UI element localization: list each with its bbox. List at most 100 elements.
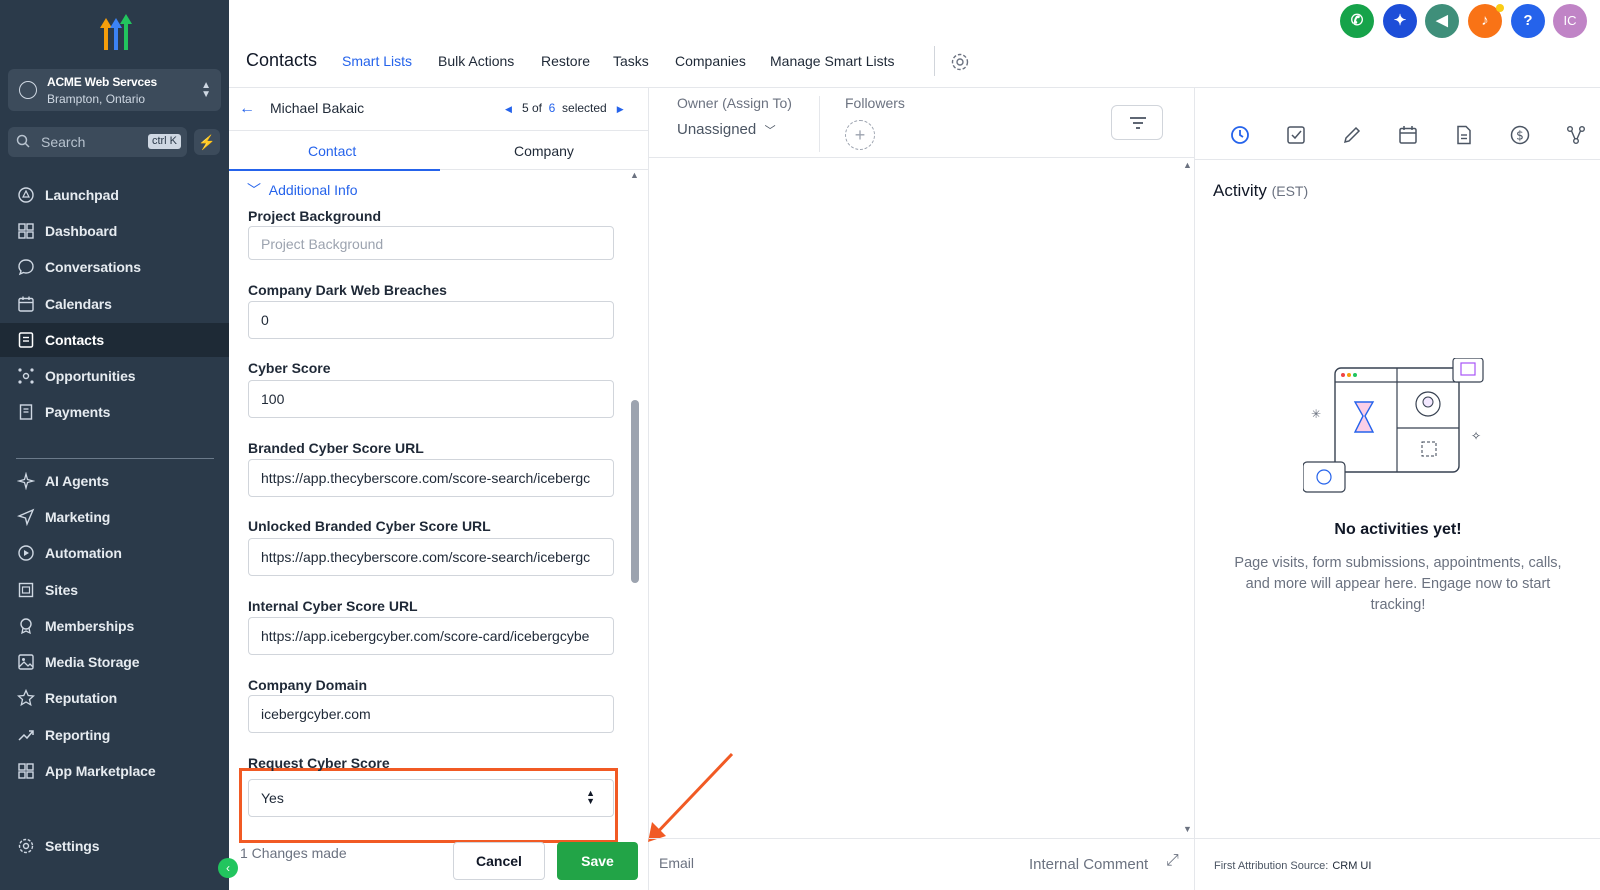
- filter-button[interactable]: [1111, 105, 1163, 140]
- activity-title: Activity (EST): [1213, 181, 1308, 201]
- company-domain-input[interactable]: icebergcyber.com: [248, 695, 614, 733]
- select-value: Yes: [261, 790, 284, 806]
- sidebar-item-payments[interactable]: Payments: [0, 395, 229, 429]
- help-icon[interactable]: ?: [1511, 4, 1545, 38]
- grid-icon: [18, 223, 34, 239]
- add-follower-button[interactable]: +: [845, 120, 875, 150]
- composer-tab-email[interactable]: Email: [659, 855, 694, 871]
- document-icon[interactable]: [1453, 124, 1475, 146]
- tab-smart-lists[interactable]: Smart Lists: [342, 53, 412, 69]
- prev-record-icon[interactable]: ◀: [505, 104, 512, 114]
- activity-clock-icon[interactable]: [1229, 124, 1251, 146]
- back-arrow-icon[interactable]: ←: [239, 100, 255, 118]
- contact-subtabs: Contact Company: [229, 130, 649, 171]
- search-shortcut: ctrl K: [147, 134, 181, 149]
- composer-tab-internal-comment[interactable]: Internal Comment: [1029, 856, 1148, 873]
- filter-icon: [1130, 117, 1146, 129]
- scrollbar-thumb[interactable]: [631, 400, 639, 583]
- sidebar-item-app-marketplace[interactable]: App Marketplace: [0, 754, 229, 788]
- collapse-sidebar-icon[interactable]: ‹: [218, 858, 238, 878]
- activity-toolbar: $: [1195, 124, 1600, 148]
- sidebar-item-opportunities[interactable]: Opportunities: [0, 359, 229, 393]
- cyber-score-input[interactable]: 100: [248, 380, 614, 418]
- record-pager: ◀ 5 of 6 selected ▶: [505, 101, 624, 115]
- company-domain-label: Company Domain: [248, 677, 368, 693]
- calendar-icon[interactable]: [1397, 124, 1419, 146]
- quick-action-bolt-icon[interactable]: ⚡: [194, 129, 220, 155]
- sidebar-item-automation[interactable]: Automation: [0, 536, 229, 570]
- sidebar-item-media-storage[interactable]: Media Storage: [0, 645, 229, 679]
- sidebar-item-label: Calendars: [45, 296, 112, 312]
- sidebar-item-label: Reporting: [45, 727, 111, 743]
- magic-wand-icon[interactable]: ✦: [1383, 4, 1417, 38]
- tab-bulk-actions[interactable]: Bulk Actions: [438, 53, 514, 69]
- sidebar-item-ai-agents[interactable]: AI Agents: [0, 464, 229, 498]
- sidebar-item-calendars[interactable]: Calendars: [0, 287, 229, 321]
- tab-restore[interactable]: Restore: [541, 53, 590, 69]
- internal-url-input[interactable]: https://app.icebergcyber.com/score-card/…: [248, 617, 614, 655]
- dollar-icon[interactable]: $: [1509, 124, 1531, 146]
- search-icon: [16, 134, 30, 148]
- dark-web-input[interactable]: 0: [248, 301, 614, 339]
- additional-info-toggle[interactable]: ﹀ Additional Info: [247, 180, 358, 200]
- sidebar-item-contacts[interactable]: Contacts: [0, 323, 229, 357]
- gear-icon: [18, 838, 34, 854]
- sidebar-item-marketing[interactable]: Marketing: [0, 500, 229, 534]
- sidebar-item-label: App Marketplace: [45, 763, 156, 779]
- notification-dot: [1496, 4, 1504, 12]
- apps-icon: [18, 763, 34, 779]
- scroll-up-icon[interactable]: ▲: [630, 170, 639, 180]
- sidebar-item-reporting[interactable]: Reporting: [0, 718, 229, 752]
- save-button[interactable]: Save: [557, 842, 638, 880]
- project-background-input[interactable]: Project Background: [248, 226, 614, 260]
- scroll-down-icon[interactable]: ▼: [1183, 824, 1192, 834]
- sidebar-item-label: Settings: [45, 838, 100, 854]
- expand-icon[interactable]: ⤢: [1166, 852, 1179, 870]
- phone-icon[interactable]: ✆: [1340, 4, 1374, 38]
- user-avatar[interactable]: IC: [1553, 4, 1587, 38]
- settings-gear-icon[interactable]: [950, 52, 970, 72]
- sites-icon: [18, 582, 34, 598]
- note-pencil-icon[interactable]: [1341, 124, 1363, 146]
- empty-state-description: Page visits, form submissions, appointme…: [1234, 555, 1562, 613]
- sidebar-item-sites[interactable]: Sites: [0, 573, 229, 607]
- owner-value: Unassigned: [677, 121, 757, 138]
- sidebar-item-launchpad[interactable]: Launchpad: [0, 178, 229, 212]
- receipt-icon: [19, 404, 33, 420]
- section-title: Additional Info: [268, 182, 358, 198]
- megaphone-icon[interactable]: ◀: [1425, 4, 1459, 38]
- sidebar-item-label: Reputation: [45, 690, 118, 706]
- task-check-icon[interactable]: [1285, 124, 1307, 146]
- svg-text:✳: ✳: [1311, 407, 1321, 421]
- unlocked-url-input[interactable]: https://app.thecyberscore.com/score-sear…: [248, 538, 614, 576]
- sidebar-item-conversations[interactable]: Conversations: [0, 250, 229, 284]
- branded-url-input[interactable]: https://app.thecyberscore.com/score-sear…: [248, 459, 614, 497]
- sidebar-item-label: Launchpad: [45, 187, 119, 203]
- subtab-company[interactable]: Company: [514, 143, 574, 159]
- rocket-icon: [18, 187, 34, 203]
- pager-total: 6: [548, 101, 556, 115]
- next-record-icon[interactable]: ▶: [617, 104, 624, 114]
- account-switcher[interactable]: ACME Web Servces Brampton, Ontario ▲ ▼: [8, 69, 221, 111]
- subtab-contact[interactable]: Contact: [308, 143, 356, 159]
- sidebar-item-reputation[interactable]: Reputation: [0, 681, 229, 715]
- owner-select[interactable]: Unassigned ﹀: [677, 121, 776, 138]
- attribution-value: CRM UI: [1332, 860, 1372, 872]
- search-input[interactable]: Search ctrl K: [8, 127, 187, 157]
- sidebar-item-settings[interactable]: Settings: [0, 829, 229, 863]
- star-icon: [17, 689, 35, 707]
- tab-manage-smart-lists[interactable]: Manage Smart Lists: [770, 53, 895, 69]
- activity-panel: $ Activity (EST) ✳ ✧ No activities yet! …: [1194, 88, 1600, 890]
- followers-label: Followers: [845, 95, 905, 111]
- sidebar-item-label: Contacts: [45, 332, 105, 348]
- tab-tasks[interactable]: Tasks: [613, 53, 649, 69]
- sidebar-item-dashboard[interactable]: Dashboard: [0, 214, 229, 248]
- scroll-up-icon[interactable]: ▲: [1183, 160, 1192, 170]
- request-cyber-score-select[interactable]: Yes ▲ ▼: [248, 779, 614, 817]
- empty-activity-illustration-icon: ✳ ✧: [1303, 358, 1484, 493]
- tab-companies[interactable]: Companies: [675, 53, 746, 69]
- sidebar-item-memberships[interactable]: Memberships: [0, 609, 229, 643]
- workflow-icon[interactable]: [1565, 124, 1587, 146]
- cancel-button[interactable]: Cancel: [453, 842, 545, 880]
- sidebar-item-label: Marketing: [45, 509, 111, 525]
